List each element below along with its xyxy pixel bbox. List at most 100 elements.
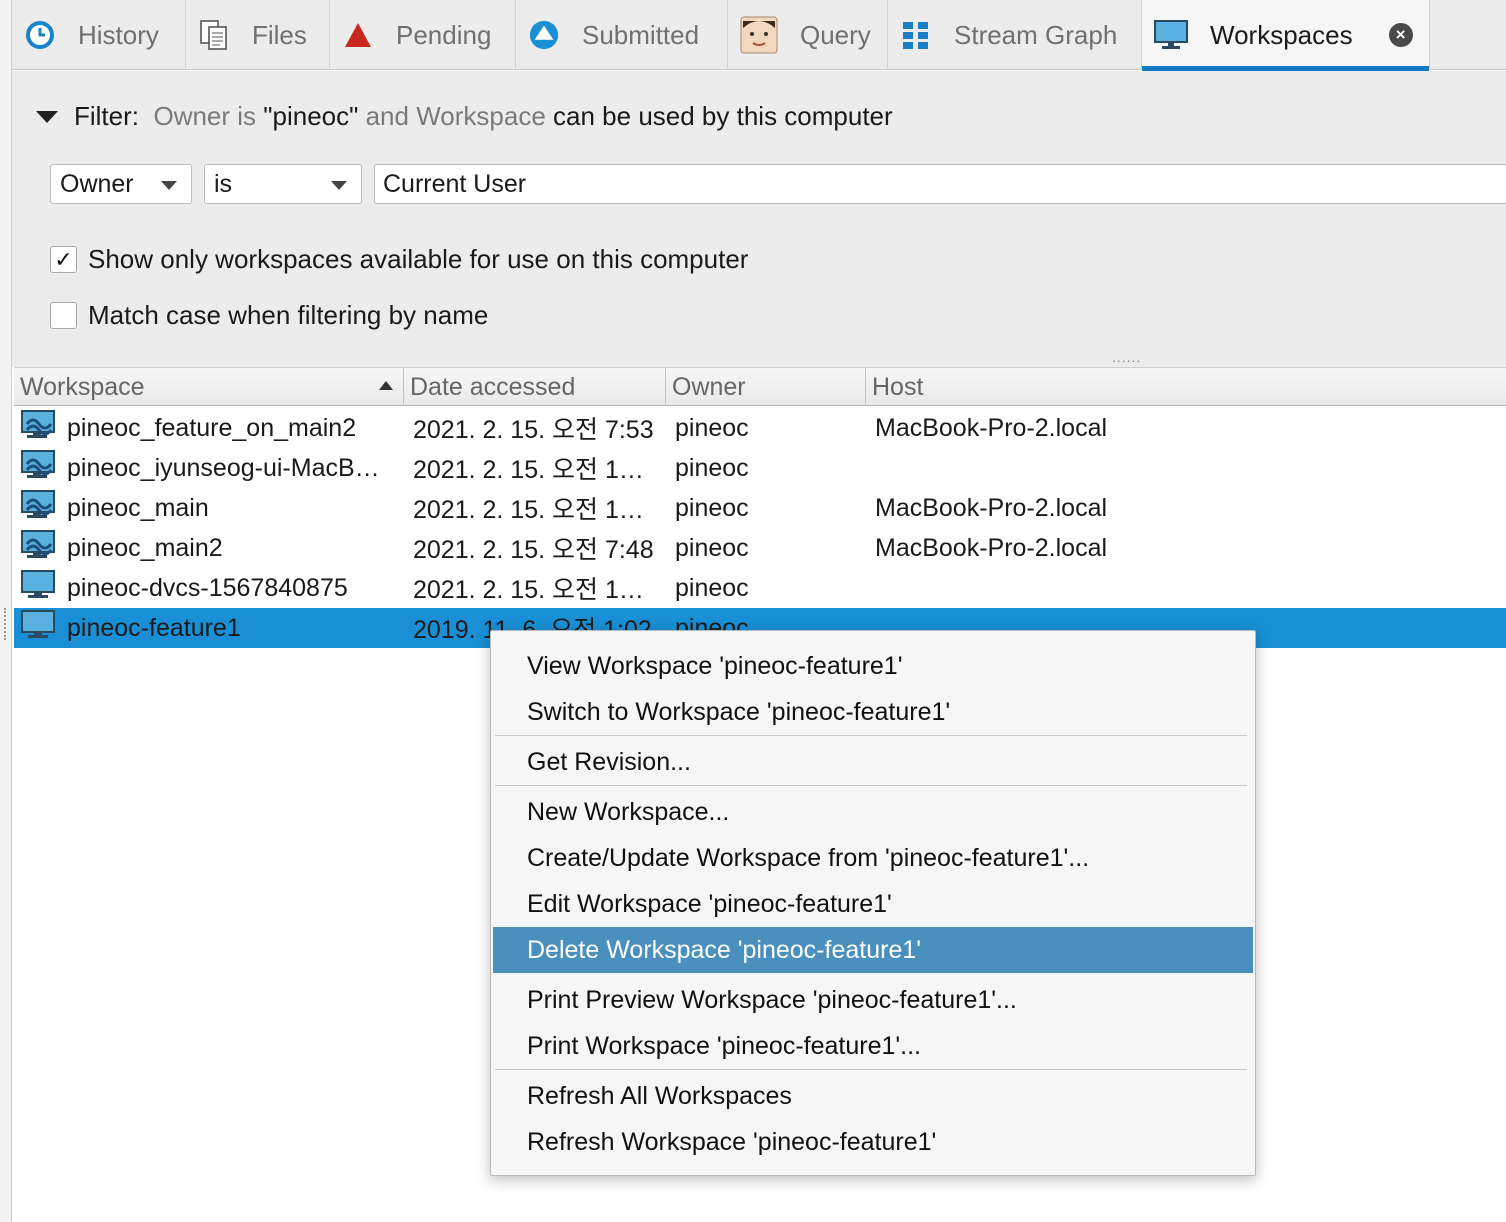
menu-item-switch-workspace[interactable]: Switch to Workspace 'pineoc-feature1': [493, 689, 1253, 735]
dvcs-workspace-icon: [21, 409, 67, 447]
cell-date-accessed: 2021. 2. 15. 오전 1…: [413, 576, 644, 604]
menu-item-delete-workspace[interactable]: Delete Workspace 'pineoc-feature1': [493, 927, 1253, 973]
filter-label: Filter:: [74, 101, 139, 131]
workspace-name: pineoc-feature1: [67, 613, 241, 642]
cell-host: [868, 448, 1468, 488]
cell-owner: pineoc: [675, 493, 749, 522]
column-header-host[interactable]: Host: [866, 368, 1506, 406]
context-menu: View Workspace 'pineoc-feature1' Switch …: [490, 630, 1256, 1176]
show-available-checkbox[interactable]: ✓: [50, 246, 77, 273]
dvcs-workspace-icon: [21, 529, 67, 567]
filter-summary-owner-is: Owner is: [153, 101, 257, 131]
table-row[interactable]: pineoc_feature_on_main2 2021. 2. 15. 오전 7…: [14, 408, 1506, 448]
filter-value-text: Current User: [383, 169, 527, 198]
chevron-down-icon: [161, 181, 177, 190]
menu-separator: [495, 785, 1247, 786]
sort-ascending-icon: [379, 381, 393, 390]
filter-summary: Filter: Owner is "pineoc" and Workspace …: [36, 101, 893, 132]
workspace-name: pineoc_main: [67, 493, 209, 522]
tab-label: Stream Graph: [954, 19, 1118, 50]
match-case-row[interactable]: Match case when filtering by name: [50, 300, 488, 331]
filter-summary-rest: can be used by this computer: [553, 101, 893, 131]
table-header: Workspace Date accessed Owner Host: [14, 367, 1506, 406]
column-header-date[interactable]: Date accessed: [404, 368, 666, 406]
field-select[interactable]: Owner: [50, 164, 192, 204]
menu-item-label: Print Workspace 'pineoc-feature1'...: [527, 1031, 921, 1060]
column-header-owner[interactable]: Owner: [666, 368, 866, 406]
tab-bar: History Files Pending Submitted Query St…: [12, 0, 1506, 71]
close-tab-icon[interactable]: ×: [1388, 23, 1413, 47]
menu-item-label: Switch to Workspace 'pineoc-feature1': [527, 697, 951, 726]
disclosure-triangle-icon[interactable]: [36, 110, 58, 123]
filter-panel: Filter: Owner is "pineoc" and Workspace …: [12, 71, 1506, 367]
tab-submitted[interactable]: Submitted: [516, 0, 728, 70]
column-header-label: Date accessed: [410, 372, 576, 401]
cell-owner: pineoc: [675, 533, 749, 562]
cell-host: [868, 568, 1468, 608]
cell-workspace: pineoc-dvcs-1567840875: [14, 568, 406, 608]
row-drag-handle[interactable]: [4, 608, 8, 640]
menu-item-label: Delete Workspace 'pineoc-feature1': [527, 935, 922, 964]
cell-workspace: pineoc_main2: [14, 528, 406, 568]
menu-item-label: Get Revision...: [527, 747, 691, 776]
menu-item-create-update-workspace[interactable]: Create/Update Workspace from 'pineoc-fea…: [493, 835, 1253, 881]
pending-triangle-icon: [342, 19, 374, 51]
match-case-label: Match case when filtering by name: [88, 300, 489, 330]
menu-item-view-workspace[interactable]: View Workspace 'pineoc-feature1': [493, 643, 1253, 689]
grid-icon: [900, 19, 932, 51]
cell-host: MacBook-Pro-2.local: [875, 413, 1108, 442]
tab-stream-graph[interactable]: Stream Graph: [888, 0, 1142, 70]
table-row[interactable]: pineoc_main 2021. 2. 15. 오전 1… pineoc MacBo…: [14, 488, 1506, 528]
tab-label: Pending: [396, 19, 492, 50]
filter-summary-owner-value: "pineoc": [263, 101, 359, 131]
table-row[interactable]: pineoc-dvcs-1567840875 2021. 2. 15. 오전 1……: [14, 568, 1506, 608]
chevron-down-icon: [331, 181, 347, 190]
filter-summary-workspace: Workspace: [416, 101, 546, 131]
tab-label: Query: [800, 19, 871, 50]
tab-query[interactable]: Query: [728, 0, 888, 70]
submitted-arrow-icon: [528, 19, 560, 51]
column-header-label: Host: [872, 372, 924, 401]
workspace-name: pineoc_feature_on_main2: [67, 413, 357, 442]
show-available-label: Show only workspaces available for use o…: [88, 244, 749, 274]
table-row[interactable]: pineoc_main2 2021. 2. 15. 오전 7:48 pineoc Ma…: [14, 528, 1506, 568]
menu-item-label: Edit Workspace 'pineoc-feature1': [527, 889, 892, 918]
menu-item-print-preview-workspace[interactable]: Print Preview Workspace 'pineoc-feature1…: [493, 977, 1253, 1023]
filter-summary-and: and: [365, 101, 409, 131]
column-header-label: Owner: [672, 372, 746, 401]
filter-value-input[interactable]: Current User: [374, 164, 1506, 204]
table-row[interactable]: pineoc_iyunseog-ui-MacB… 2021. 2. 15. 오전 …: [14, 448, 1506, 488]
menu-item-get-revision[interactable]: Get Revision...: [493, 739, 1253, 785]
menu-item-refresh-all-workspaces[interactable]: Refresh All Workspaces: [493, 1073, 1253, 1119]
column-header-workspace[interactable]: Workspace: [14, 368, 404, 406]
tab-history[interactable]: History: [12, 0, 186, 70]
cell-date-accessed: 2021. 2. 15. 오전 7:53: [413, 416, 654, 444]
cell-date-accessed: 2021. 2. 15. 오전 1…: [413, 496, 644, 524]
tab-label: Submitted: [582, 19, 700, 50]
cell-workspace: pineoc-feature1: [14, 608, 406, 648]
menu-item-edit-workspace[interactable]: Edit Workspace 'pineoc-feature1': [493, 881, 1253, 927]
files-icon: [198, 19, 230, 51]
menu-separator: [495, 735, 1247, 736]
cell-workspace: pineoc_main: [14, 488, 406, 528]
splitter-grip[interactable]: ......: [1112, 349, 1141, 365]
menu-item-new-workspace[interactable]: New Workspace...: [493, 789, 1253, 835]
tab-files[interactable]: Files: [186, 0, 330, 70]
cell-workspace: pineoc_iyunseog-ui-MacB…: [14, 448, 406, 488]
cell-owner: pineoc: [675, 573, 749, 602]
tab-pending[interactable]: Pending: [330, 0, 516, 70]
cell-host: MacBook-Pro-2.local: [875, 493, 1108, 522]
menu-item-refresh-workspace[interactable]: Refresh Workspace 'pineoc-feature1': [493, 1119, 1253, 1165]
cell-host: MacBook-Pro-2.local: [875, 533, 1108, 562]
tab-workspaces[interactable]: Workspaces ×: [1142, 0, 1430, 71]
match-case-checkbox[interactable]: [50, 302, 77, 329]
dvcs-workspace-icon: [21, 449, 67, 487]
workspace-monitor-icon: [21, 609, 67, 647]
cell-owner: pineoc: [675, 453, 749, 482]
workspace-name: pineoc_iyunseog-ui-MacB…: [67, 453, 380, 482]
menu-item-print-workspace[interactable]: Print Workspace 'pineoc-feature1'...: [493, 1023, 1253, 1069]
monitor-icon: [1154, 19, 1188, 51]
show-available-row[interactable]: ✓ Show only workspaces available for use…: [50, 244, 748, 275]
workspace-monitor-icon: [21, 569, 67, 607]
operator-select[interactable]: is: [204, 164, 362, 204]
